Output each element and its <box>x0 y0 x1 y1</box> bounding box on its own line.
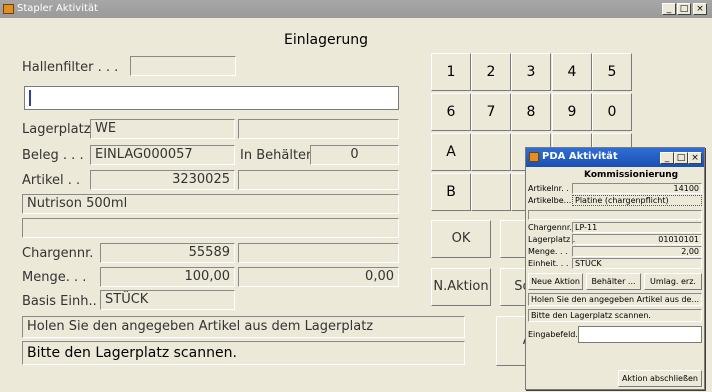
naktion-button[interactable]: N.Aktion <box>431 268 491 306</box>
pda-neue-aktion-button[interactable]: Neue Aktion <box>528 273 583 290</box>
key-0[interactable]: 0 <box>592 93 632 131</box>
basis-einheit-label: Basis Einh.. <box>22 294 97 309</box>
pda-umlag-button[interactable]: Umlag. erz. <box>644 273 702 290</box>
pda-message-2: Bitte den Lagerplatz scannen. <box>528 309 702 322</box>
pda-heading: Kommissionierung <box>584 170 679 180</box>
pda-menge-label: Menge. . . <box>528 247 568 256</box>
artikel-extra-field <box>238 170 399 190</box>
message-line-1: Holen Sie den angegeben Artikel aus dem … <box>22 316 465 338</box>
pda-window: PDA Aktivität _ □ × Kommissionierung Art… <box>525 147 705 390</box>
pda-artikelnr-field: 14100 <box>572 183 702 194</box>
pda-message-1: Holen Sie den angegeben Artikel aus de..… <box>528 293 702 306</box>
pda-lagerplatz-field: 01010101 <box>572 234 702 245</box>
pda-maximize-button[interactable]: □ <box>674 152 688 164</box>
chargennr-field: 55589 <box>100 243 235 263</box>
lagerplatz-extra-field <box>238 119 399 139</box>
chargennr-extra-field <box>238 243 399 263</box>
key-b[interactable]: B <box>431 173 471 211</box>
menge-field: 100,00 <box>100 267 235 287</box>
artikel-field: 3230025 <box>90 170 235 190</box>
key-a[interactable]: A <box>431 133 471 171</box>
menge-label: Menge. . . <box>22 270 87 285</box>
key-5[interactable]: 5 <box>592 53 632 91</box>
key-3[interactable]: 3 <box>511 53 551 91</box>
key-1[interactable]: 1 <box>431 53 471 91</box>
artikel-name-field: Nutrison 500ml <box>22 194 399 214</box>
pda-minimize-button[interactable]: _ <box>660 152 674 164</box>
lagerplatz-field[interactable]: WE <box>90 119 235 139</box>
pda-artikelbe-label: Artikelbe... <box>528 196 572 205</box>
pda-lagerplatz-label: Lagerplatz . <box>528 235 576 244</box>
key-9[interactable]: 9 <box>552 93 592 131</box>
form-heading: Einlagerung <box>284 32 368 48</box>
pda-close-button[interactable]: × <box>688 152 702 164</box>
main-window: Stapler Aktivität _ □ × Einlagerung Hall… <box>0 0 712 392</box>
pda-eingabe-label: Eingabefeld. <box>528 330 578 339</box>
pda-blank-field <box>528 210 702 220</box>
pda-artikelbe-field: Platine (chargenpflicht) <box>572 195 702 206</box>
hallenfilter-label: Hallenfilter . . . <box>22 60 119 75</box>
pda-title-bar: PDA Aktivität _ □ × <box>526 148 704 167</box>
blank-field <box>22 218 399 238</box>
key-4[interactable]: 4 <box>552 53 592 91</box>
pda-aktion-abschliessen-button[interactable]: Aktion abschließen <box>618 370 702 387</box>
pda-menge-field: 2,00 <box>572 246 702 257</box>
pda-behaelter-button[interactable]: Behälter ... <box>586 273 641 290</box>
hallenfilter-field[interactable] <box>130 56 236 76</box>
pda-artikelnr-label: Artikelnr. . <box>528 184 569 193</box>
key-6[interactable]: 6 <box>431 93 471 131</box>
message-line-2: Bitte den Lagerplatz scannen. <box>22 341 465 365</box>
maximize-button[interactable]: □ <box>677 3 691 15</box>
pda-app-icon <box>529 152 539 162</box>
in-behaelter-field: 0 <box>310 145 399 165</box>
pda-title: PDA Aktivität <box>542 151 618 162</box>
window-title: Stapler Aktivität <box>17 3 98 14</box>
beleg-field: EINLAG000057 <box>90 145 235 165</box>
scan-input[interactable] <box>24 86 399 110</box>
pda-einheit-label: Einheit. . . <box>528 259 569 268</box>
beleg-label: Beleg . . . <box>22 148 84 163</box>
key-blank-4-2[interactable] <box>471 173 511 211</box>
key-2[interactable]: 2 <box>471 53 511 91</box>
basis-einheit-field: STÜCK <box>100 290 235 310</box>
lagerplatz-label: Lagerplatz. <box>22 122 95 137</box>
app-icon <box>3 4 14 14</box>
in-behaelter-label: In Behälter <box>240 148 312 163</box>
pda-chargennr-label: Chargennr. <box>528 223 572 232</box>
pda-einheit-field: STÜCK <box>572 258 702 269</box>
pda-eingabe-input[interactable] <box>578 326 702 343</box>
minimize-button[interactable]: _ <box>662 3 676 15</box>
key-8[interactable]: 8 <box>511 93 551 131</box>
artikel-label: Artikel . . <box>22 173 81 188</box>
title-bar: Stapler Aktivität _ □ × <box>0 0 712 18</box>
pda-chargennr-field: LP-11 <box>572 222 702 233</box>
key-7[interactable]: 7 <box>471 93 511 131</box>
chargennr-label: Chargennr. <box>22 246 94 261</box>
menge-field-2: 0,00 <box>238 267 399 287</box>
ok-button[interactable]: OK <box>431 220 491 258</box>
text-cursor <box>29 90 31 106</box>
key-blank-3-2[interactable] <box>471 133 511 171</box>
close-button[interactable]: × <box>693 3 707 15</box>
